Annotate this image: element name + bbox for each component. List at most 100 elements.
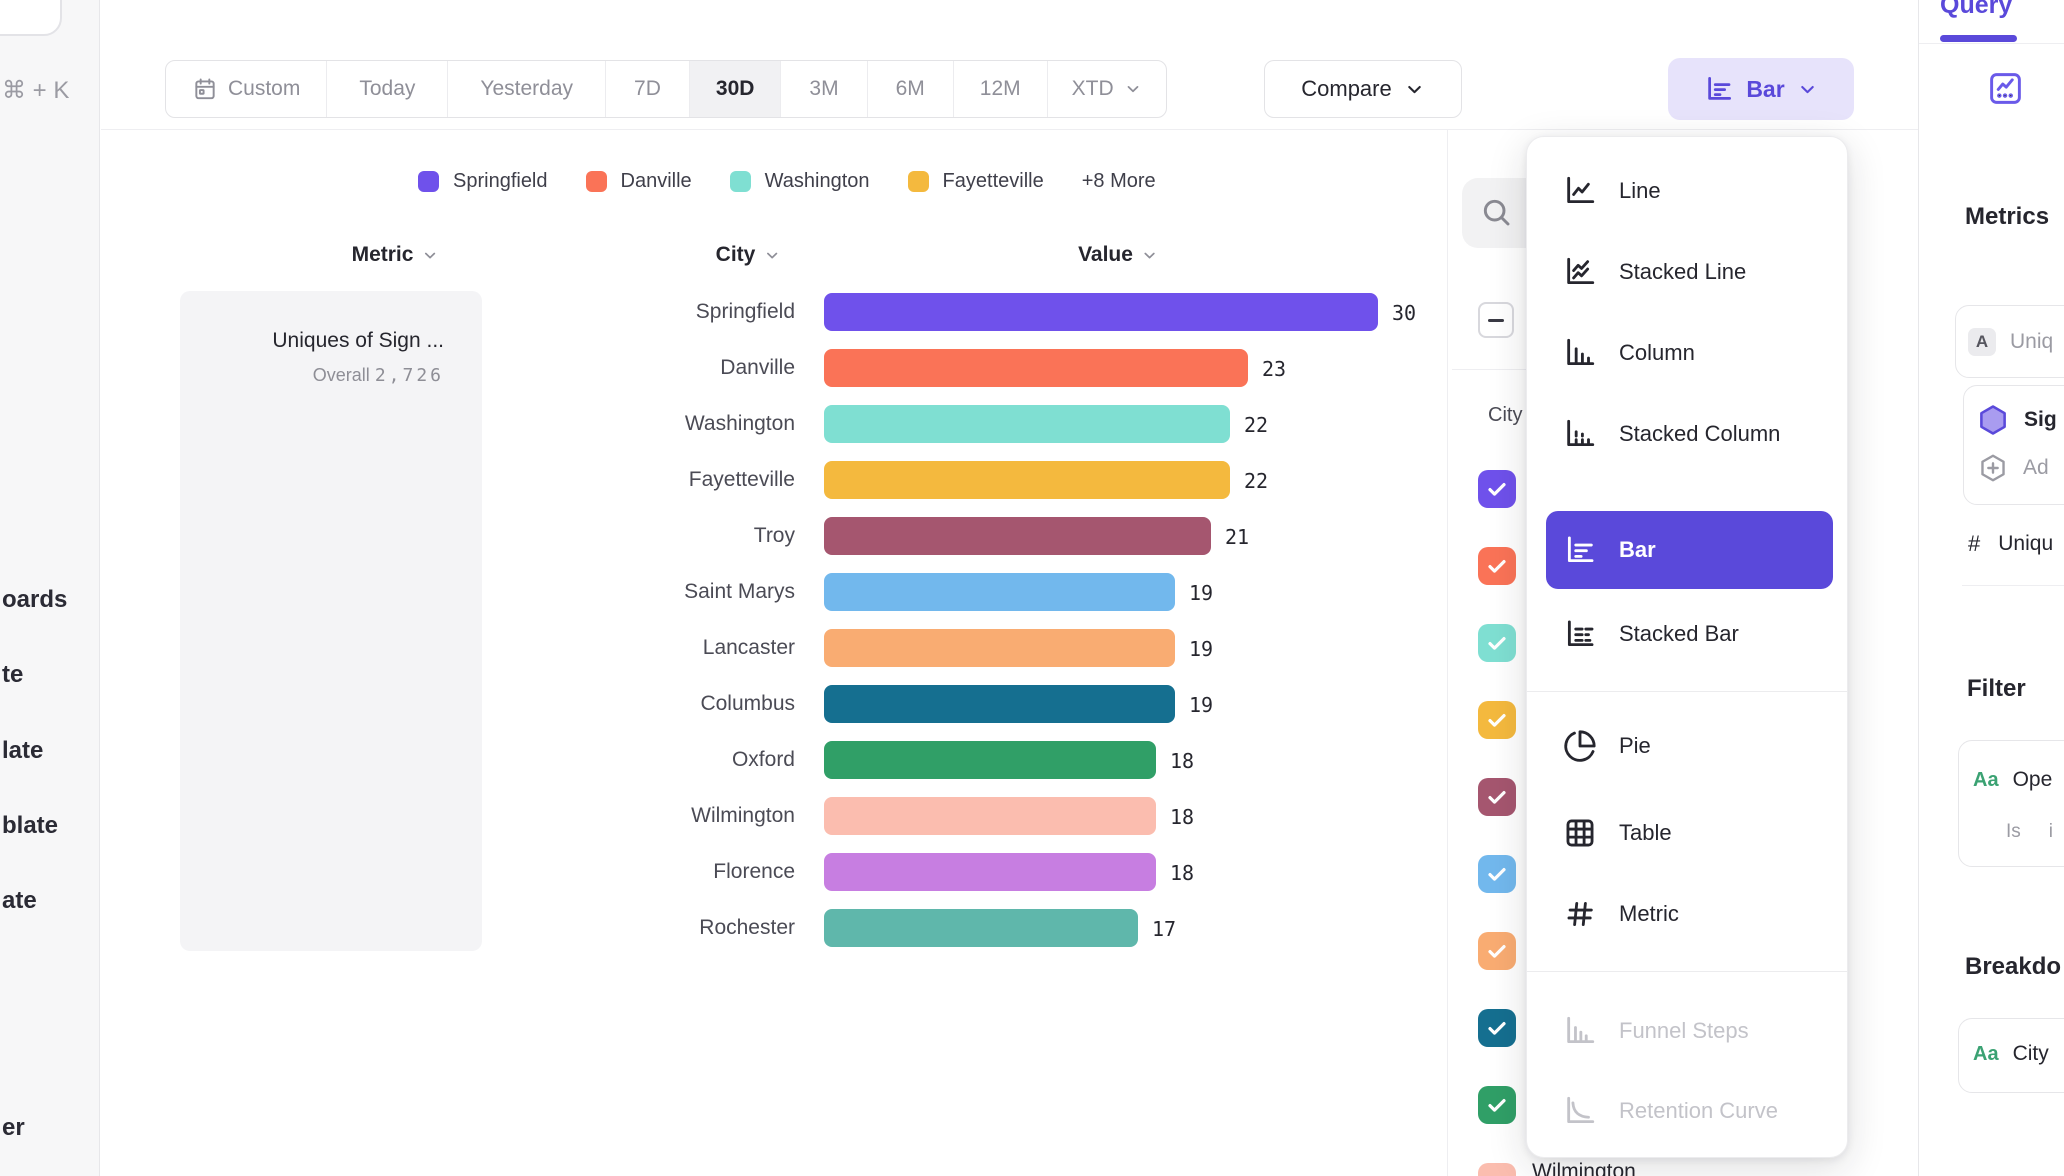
city-checkbox[interactable] xyxy=(1478,1009,1516,1047)
bar-category-label: Saint Marys xyxy=(480,564,795,620)
bar-category-label: Lancaster xyxy=(480,620,795,676)
menu-item-bar[interactable]: Bar xyxy=(1546,511,1833,589)
city-checkbox[interactable] xyxy=(1478,701,1516,739)
compare-button[interactable]: Compare xyxy=(1264,60,1462,118)
bar-category-label: Washington xyxy=(480,396,795,452)
bar[interactable] xyxy=(824,797,1156,835)
filter-card[interactable]: Aa Ope Is i xyxy=(1958,740,2064,867)
menu-item-funnel-steps: Funnel Steps xyxy=(1527,999,1847,1063)
tab-query[interactable]: Query xyxy=(1940,0,2012,20)
hash-icon: # xyxy=(1968,531,1980,557)
range-yesterday[interactable]: Yesterday xyxy=(447,61,605,117)
column-header-metric[interactable]: Metric xyxy=(352,243,439,267)
bar-category-label: Springfield xyxy=(480,284,795,340)
filter-list-divider xyxy=(1452,369,1528,370)
bar[interactable] xyxy=(824,685,1175,723)
bar[interactable] xyxy=(824,629,1175,667)
city-checkbox[interactable] xyxy=(1478,624,1516,662)
search-icon xyxy=(1480,196,1512,228)
bar-value-label: 22 xyxy=(1244,452,1268,508)
legend-label: Springfield xyxy=(453,170,548,193)
menu-item-stacked-bar[interactable]: Stacked Bar xyxy=(1527,602,1847,666)
city-checkbox[interactable] xyxy=(1478,1163,1516,1176)
menu-item-label: Metric xyxy=(1619,901,1679,927)
range-12m[interactable]: 12M xyxy=(953,61,1047,117)
menu-item-pie[interactable]: Pie xyxy=(1527,714,1847,778)
menu-item-stacked-line[interactable]: Stacked Line xyxy=(1527,240,1847,304)
breakdown-heading: Breakdo xyxy=(1965,953,2061,981)
legend-label: Washington xyxy=(765,170,870,193)
city-checkbox[interactable] xyxy=(1478,470,1516,508)
range-6m[interactable]: 6M xyxy=(867,61,953,117)
menu-item-metric[interactable]: Metric xyxy=(1527,882,1847,946)
bar[interactable] xyxy=(824,573,1175,611)
bar[interactable] xyxy=(824,349,1248,387)
bar-value-label: 19 xyxy=(1189,620,1213,676)
breakdown-card[interactable]: Aa City xyxy=(1958,1018,2064,1093)
add-filter-label[interactable]: Ad xyxy=(2023,456,2049,480)
range-custom[interactable]: Custom xyxy=(166,61,326,117)
menu-item-column[interactable]: Column xyxy=(1527,321,1847,385)
range-7d[interactable]: 7D xyxy=(605,61,689,117)
column-header-city[interactable]: City xyxy=(716,243,781,267)
bar-category-label: Florence xyxy=(480,844,795,900)
range-xtd[interactable]: XTD xyxy=(1047,61,1166,117)
range-today[interactable]: Today xyxy=(326,61,447,117)
menu-item-line[interactable]: Line xyxy=(1527,159,1847,223)
column-header-value[interactable]: Value xyxy=(1078,243,1158,267)
legend-swatch xyxy=(908,171,929,192)
stacked-column-icon xyxy=(1563,417,1597,451)
range-3m[interactable]: 3M xyxy=(780,61,866,117)
chart-type-button[interactable]: Bar xyxy=(1668,58,1854,120)
chart-row: Rochester17 xyxy=(0,900,1447,956)
toolbar-divider xyxy=(101,129,1918,130)
chart-row: Springfield30 xyxy=(0,284,1447,340)
city-checkbox[interactable] xyxy=(1478,932,1516,970)
chevron-down-icon xyxy=(1404,79,1425,100)
query-panel-border xyxy=(1918,0,1919,1176)
city-checkbox[interactable] xyxy=(1478,778,1516,816)
range-30d[interactable]: 30D xyxy=(689,61,781,117)
insights-chart-icon[interactable] xyxy=(1987,70,2024,107)
legend-item[interactable]: Washington xyxy=(730,170,870,193)
bar-category-label: Troy xyxy=(480,508,795,564)
count-type-row[interactable]: # Uniqu xyxy=(1968,531,2053,557)
bar[interactable] xyxy=(824,293,1378,331)
query-header-divider xyxy=(1919,43,2064,44)
menu-item-label: Line xyxy=(1619,178,1661,204)
legend-more[interactable]: +8 More xyxy=(1082,170,1156,193)
bar[interactable] xyxy=(824,909,1138,947)
menu-item-label: Pie xyxy=(1619,733,1651,759)
menu-item-retention-curve: Retention Curve xyxy=(1527,1079,1847,1143)
bar[interactable] xyxy=(824,461,1230,499)
city-checkbox[interactable] xyxy=(1478,1086,1516,1124)
string-type-badge: Aa xyxy=(1973,769,1999,792)
select-all-checkbox[interactable] xyxy=(1478,302,1514,338)
range-label: 7D xyxy=(634,77,661,101)
bar[interactable] xyxy=(824,517,1211,555)
bar[interactable] xyxy=(824,741,1156,779)
bar[interactable] xyxy=(824,853,1156,891)
retention-icon xyxy=(1563,1094,1597,1128)
bar-value-label: 19 xyxy=(1189,676,1213,732)
sidebar-item[interactable]: er xyxy=(2,1114,25,1142)
city-checkbox[interactable] xyxy=(1478,855,1516,893)
compare-label: Compare xyxy=(1301,76,1391,102)
column-icon xyxy=(1563,336,1597,370)
metric-formula-card[interactable]: A Uniq xyxy=(1955,305,2064,378)
legend-item[interactable]: Springfield xyxy=(418,170,548,193)
bar[interactable] xyxy=(824,405,1230,443)
legend-item[interactable]: Fayetteville xyxy=(908,170,1044,193)
table-icon xyxy=(1563,816,1597,850)
event-card[interactable]: Sig Ad xyxy=(1963,385,2064,505)
menu-item-label: Funnel Steps xyxy=(1619,1018,1749,1044)
chevron-down-icon xyxy=(1141,247,1158,264)
filter-value[interactable]: i xyxy=(2049,821,2053,843)
menu-item-table[interactable]: Table xyxy=(1527,801,1847,865)
keyboard-shortcut-hint: ⌘ + K xyxy=(2,76,69,105)
legend-item[interactable]: Danville xyxy=(586,170,692,193)
menu-item-stacked-column[interactable]: Stacked Column xyxy=(1527,402,1847,466)
event-name: Sig xyxy=(2024,408,2057,432)
filter-operator[interactable]: Is xyxy=(2006,821,2021,843)
city-checkbox[interactable] xyxy=(1478,547,1516,585)
